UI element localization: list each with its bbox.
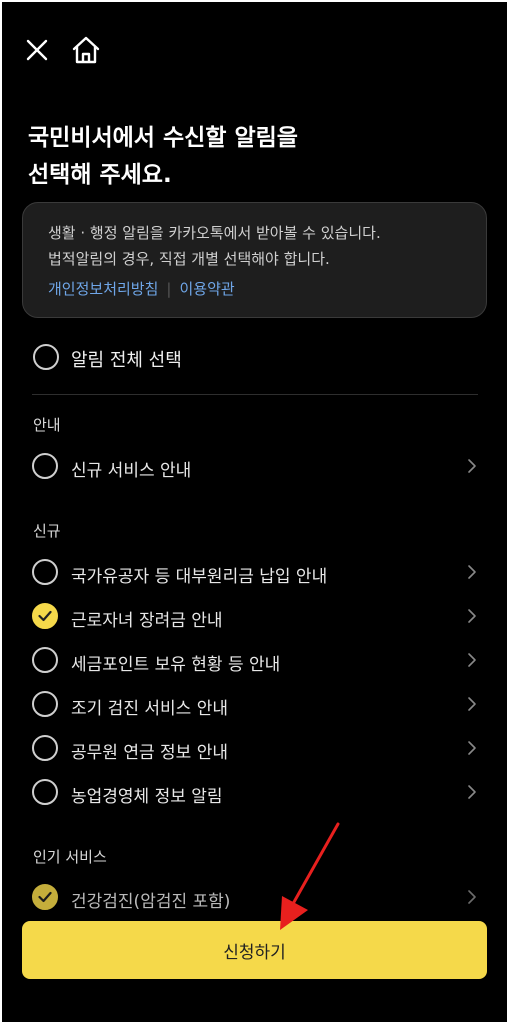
notice-box: 생활 · 행정 알림을 카카오톡에서 받아볼 수 있습니다. 법적알림의 경우,… <box>22 202 487 318</box>
divider <box>32 394 478 395</box>
list-item[interactable]: 세금포인트 보유 현황 등 안내 <box>2 642 507 682</box>
home-icon[interactable] <box>68 32 104 68</box>
radio-unchecked[interactable] <box>32 647 58 673</box>
item-label: 조기 검진 서비스 안내 <box>71 699 228 719</box>
section-title-info: 안내 <box>33 416 61 434</box>
select-all-radio[interactable] <box>33 344 59 370</box>
chevron-right-icon <box>468 565 476 579</box>
close-icon[interactable] <box>19 32 55 68</box>
radio-unchecked[interactable] <box>32 453 58 479</box>
list-item[interactable]: 신규 서비스 안내 <box>2 448 507 488</box>
privacy-policy-link[interactable]: 개인정보처리방침 <box>48 280 158 298</box>
item-label: 건강검진(암검진 포함) <box>71 892 231 912</box>
chevron-right-icon <box>468 609 476 623</box>
apply-button[interactable]: 신청하기 <box>22 921 487 979</box>
chevron-right-icon <box>468 653 476 667</box>
page-title: 국민비서에서 수신할 알림을 선택해 주세요. <box>28 125 298 188</box>
item-label: 농업경영체 정보 알림 <box>71 787 223 807</box>
check-icon <box>38 891 52 903</box>
terms-link[interactable]: 이용약관 <box>179 280 234 298</box>
notice-text-2: 법적알림의 경우, 직접 개별 선택해야 합니다. <box>48 250 330 268</box>
select-all-row[interactable]: 알림 전체 선택 <box>2 342 507 382</box>
chevron-right-icon <box>468 890 476 904</box>
item-label: 근로자녀 장려금 안내 <box>71 611 223 631</box>
section-title-new: 신규 <box>33 522 61 540</box>
notice-links: 개인정보처리방침 | 이용약관 <box>48 278 235 299</box>
list-item[interactable]: 국가유공자 등 대부원리금 납입 안내 <box>2 554 507 594</box>
item-label: 공무원 연금 정보 안내 <box>71 743 228 763</box>
top-bar <box>2 2 507 102</box>
chevron-right-icon <box>468 459 476 473</box>
item-label: 국가유공자 등 대부원리금 납입 안내 <box>71 567 328 587</box>
list-item[interactable]: 공무원 연금 정보 안내 <box>2 730 507 770</box>
link-separator: | <box>166 280 172 298</box>
select-all-label: 알림 전체 선택 <box>71 350 182 371</box>
item-label: 신규 서비스 안내 <box>71 461 192 481</box>
radio-checked[interactable] <box>32 603 58 629</box>
list-item[interactable]: 근로자녀 장려금 안내 <box>2 598 507 638</box>
radio-unchecked[interactable] <box>32 735 58 761</box>
notice-text-1: 생활 · 행정 알림을 카카오톡에서 받아볼 수 있습니다. <box>48 224 381 242</box>
chevron-right-icon <box>468 697 476 711</box>
radio-unchecked[interactable] <box>32 779 58 805</box>
chevron-right-icon <box>468 741 476 755</box>
check-icon <box>38 610 52 622</box>
list-item[interactable]: 농업경영체 정보 알림 <box>2 774 507 814</box>
list-item[interactable]: 조기 검진 서비스 안내 <box>2 686 507 726</box>
chevron-right-icon <box>468 785 476 799</box>
section-title-popular: 인기 서비스 <box>33 848 107 866</box>
list-item[interactable]: 건강검진(암검진 포함) <box>2 879 507 919</box>
item-label: 세금포인트 보유 현황 등 안내 <box>71 655 281 675</box>
radio-unchecked[interactable] <box>32 691 58 717</box>
radio-unchecked[interactable] <box>32 559 58 585</box>
radio-checked[interactable] <box>32 884 58 910</box>
app-frame: 국민비서에서 수신할 알림을 선택해 주세요. 생활 · 행정 알림을 카카오톡… <box>2 2 507 1022</box>
